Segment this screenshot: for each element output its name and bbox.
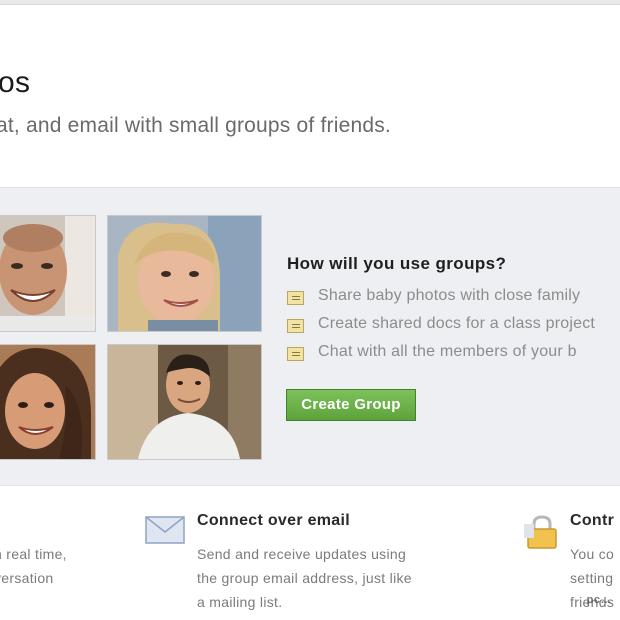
feature-desc-line: a mailing list. <box>197 594 283 610</box>
lock-icon <box>524 515 557 549</box>
use-cases-list: Share baby photos with close family Crea… <box>287 287 620 371</box>
envelope-icon <box>145 516 185 544</box>
feature-email-title: Connect over email <box>197 512 351 529</box>
feature-control-title: Contr <box>570 512 615 529</box>
member-photo-1 <box>0 215 96 332</box>
top-divider <box>0 0 620 5</box>
document-icon <box>287 291 304 305</box>
member-photo-2 <box>107 215 262 332</box>
use-case-item: Share baby photos with close family <box>287 287 620 315</box>
feature-email-desc: Send and receive updates using the group… <box>197 542 412 614</box>
use-case-text: Chat with all the members of your b <box>318 343 577 360</box>
groups-intro-page: os at, and email with small groups of fr… <box>0 0 620 620</box>
use-case-item: Chat with all the members of your b <box>287 343 620 371</box>
member-photo-4 <box>107 344 262 460</box>
feature-desc-line: Send and receive updates using <box>197 546 407 562</box>
member-photo-3 <box>0 344 96 460</box>
feature-desc-line: the group email address, just like <box>197 570 412 586</box>
page-subtitle: at, and email with small groups of frien… <box>0 114 391 137</box>
feature-desc-line: You co <box>570 546 615 562</box>
feature-realtime-desc: n real time, versation <box>0 542 67 590</box>
use-case-text: Create shared docs for a class project <box>318 315 596 332</box>
feature-desc-line: n real time, <box>0 546 67 562</box>
create-group-button[interactable]: Create Group <box>286 389 416 421</box>
use-case-text: Share baby photos with close family <box>318 287 581 304</box>
feature-desc-line: setting <box>570 570 614 586</box>
feature-desc-line: versation <box>0 570 54 586</box>
promo-heading: How will you use groups? <box>287 254 507 273</box>
watermark: pc… <box>586 594 612 606</box>
document-icon <box>287 347 304 361</box>
page-title: os <box>0 66 31 99</box>
document-icon <box>287 319 304 333</box>
use-case-item: Create shared docs for a class project <box>287 315 620 343</box>
